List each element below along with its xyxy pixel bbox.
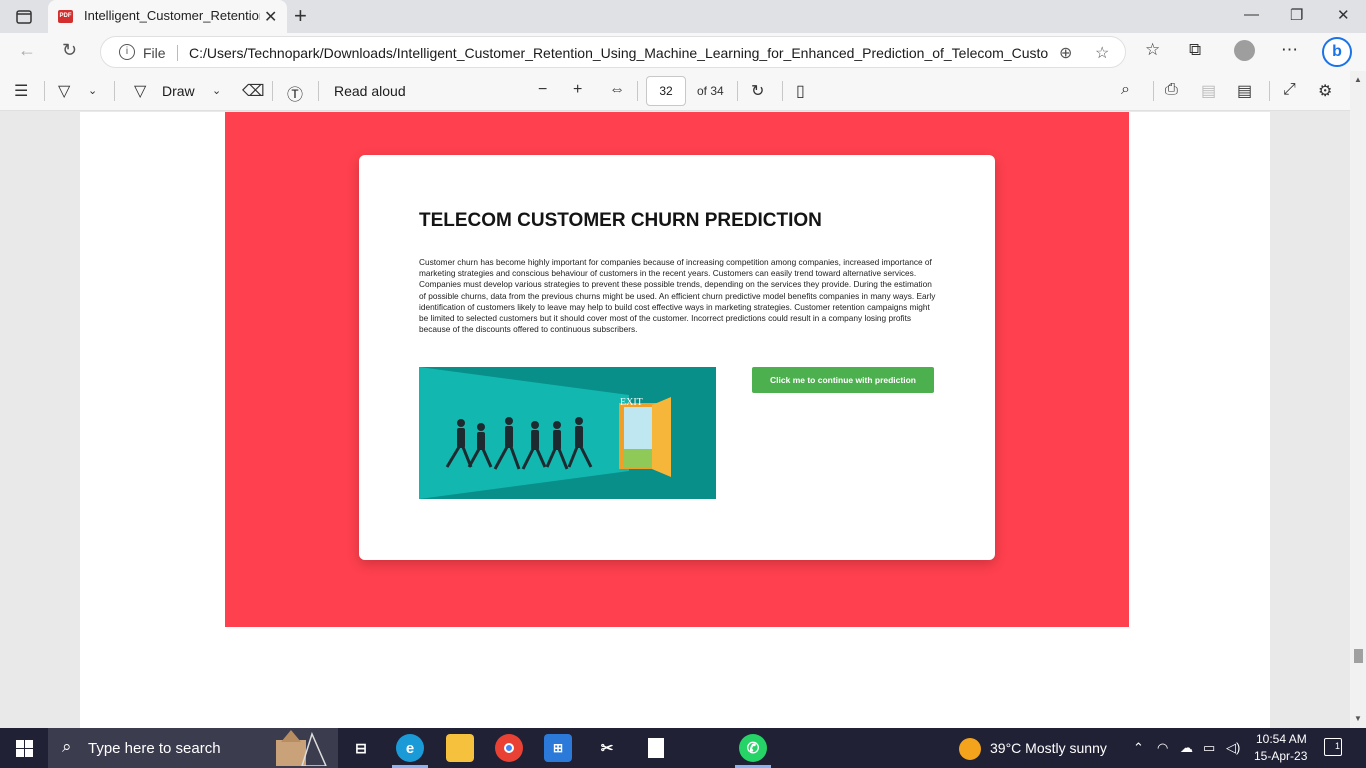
refresh-icon[interactable]: ↻ <box>62 40 77 61</box>
url-divider <box>177 45 178 61</box>
description-paragraph: Customer churn has become highly importa… <box>419 257 936 335</box>
clock-time[interactable]: 10:54 AM <box>1256 732 1307 746</box>
toolbar-divider <box>1269 81 1270 101</box>
notification-icon[interactable]: 1 <box>1324 738 1342 756</box>
save-as-icon[interactable]: ▤ <box>1237 81 1252 101</box>
wifi-icon[interactable]: ◠ <box>1157 740 1168 756</box>
taskbar: ⌕ Type here to search ⊟ e ⊞ ✂ ✆ 39°C Mos… <box>0 728 1366 768</box>
draw-icon[interactable]: ▽ <box>134 81 146 101</box>
content-card: TELECOM CUSTOMER CHURN PREDICTION Custom… <box>359 155 995 560</box>
windows-start-icon[interactable] <box>16 740 33 757</box>
chevron-down-icon[interactable]: ⌄ <box>212 84 221 97</box>
print-icon[interactable]: ⎙ <box>1165 81 1178 99</box>
text-box-icon[interactable]: Ⓣ <box>287 81 303 105</box>
fullscreen-icon[interactable]: ⤢ <box>1283 81 1296 99</box>
pdf-toolbar: ☰ ▽ ⌄ ▽ Draw ⌄ ⌫ Ⓣ Read aloud − + ⇔ 32 o… <box>0 71 1366 111</box>
pdf-viewer[interactable]: TELECOM CUSTOMER CHURN PREDICTION Custom… <box>0 112 1350 728</box>
page-count: of 34 <box>697 84 724 98</box>
weather-icon[interactable] <box>959 738 981 760</box>
collections-icon[interactable]: ⧉ <box>1189 40 1201 60</box>
page-title: TELECOM CUSTOMER CHURN PREDICTION <box>419 210 822 231</box>
chrome-icon[interactable] <box>495 734 523 762</box>
toolbar-divider <box>44 81 45 101</box>
zoom-in-icon[interactable]: + <box>573 81 582 99</box>
task-view-icon[interactable]: ⊟ <box>347 734 375 762</box>
address-bar[interactable]: i File C:/Users/Technopark/Downloads/Int… <box>100 36 1126 68</box>
scroll-thumb[interactable] <box>1354 649 1363 663</box>
toolbar-divider <box>737 81 738 101</box>
close-tab-icon[interactable]: ✕ <box>264 7 277 27</box>
draw-button[interactable]: Draw <box>162 83 195 99</box>
taskbar-search[interactable]: ⌕ Type here to search <box>48 728 338 768</box>
new-tab-icon[interactable]: + <box>294 3 307 29</box>
window-menu-icon[interactable] <box>10 7 38 27</box>
search-placeholder: Type here to search <box>88 740 221 757</box>
url-text[interactable]: C:/Users/Technopark/Downloads/Intelligen… <box>189 45 1049 61</box>
continue-prediction-button[interactable]: Click me to continue with prediction <box>752 367 934 393</box>
exit-sign-text: EXIT <box>620 397 643 408</box>
profile-avatar[interactable] <box>1234 40 1255 61</box>
store-icon[interactable]: ⊞ <box>544 734 572 762</box>
address-row: ← ↻ i File C:/Users/Technopark/Downloads… <box>0 33 1366 71</box>
red-banner: TELECOM CUSTOMER CHURN PREDICTION Custom… <box>225 112 1129 627</box>
vertical-scrollbar[interactable]: ▲ ▼ <box>1350 71 1366 728</box>
toolbar-divider <box>782 81 783 101</box>
file-label: File <box>143 45 166 61</box>
edge-icon[interactable]: e <box>396 734 424 762</box>
info-icon[interactable]: i <box>119 44 135 60</box>
save-icon[interactable]: ▤ <box>1201 81 1216 101</box>
eraser-icon[interactable]: ⌫ <box>242 81 265 101</box>
contents-icon[interactable]: ☰ <box>14 81 28 101</box>
back-icon[interactable]: ← <box>18 40 36 61</box>
fit-width-icon[interactable]: ⇔ <box>609 81 625 99</box>
search-icon: ⌕ <box>62 737 72 756</box>
toolbar-divider <box>637 81 638 101</box>
favorites-icon[interactable]: ☆ <box>1145 40 1160 60</box>
toolbar-divider <box>318 81 319 101</box>
notepad-icon[interactable] <box>642 734 670 762</box>
weather-text[interactable]: 39°C Mostly sunny <box>990 740 1107 756</box>
chevron-down-icon[interactable]: ⌄ <box>88 84 97 97</box>
pdf-page: TELECOM CUSTOMER CHURN PREDICTION Custom… <box>80 112 1270 728</box>
file-explorer-icon[interactable] <box>446 734 474 762</box>
active-tab[interactable]: PDF Intelligent_Customer_Retention_Using… <box>48 0 287 33</box>
rotate-icon[interactable]: ↻ <box>751 81 764 101</box>
toolbar-divider <box>272 81 273 101</box>
toolbar-divider <box>114 81 115 101</box>
page-number-input[interactable]: 32 <box>646 76 686 106</box>
clock-date[interactable]: 15-Apr-23 <box>1254 749 1307 763</box>
read-aloud-button[interactable]: Read aloud <box>334 83 406 99</box>
snipping-tool-icon[interactable]: ✂ <box>593 734 621 762</box>
add-favorite-icon[interactable]: ☆ <box>1095 43 1109 63</box>
highlight-icon[interactable]: ▽ <box>58 81 70 101</box>
pdf-file-icon: PDF <box>58 10 73 23</box>
bing-icon[interactable]: b <box>1322 37 1352 67</box>
close-window-icon[interactable]: ✕ <box>1337 6 1350 24</box>
scroll-down-icon[interactable]: ▼ <box>1354 714 1362 723</box>
whatsapp-icon[interactable]: ✆ <box>739 734 767 762</box>
restore-icon[interactable]: ❐ <box>1290 6 1303 24</box>
title-bar: PDF Intelligent_Customer_Retention_Using… <box>0 0 1366 33</box>
search-highlight-image <box>266 730 334 766</box>
more-icon[interactable]: ⋯ <box>1281 40 1298 60</box>
scroll-up-icon[interactable]: ▲ <box>1354 75 1362 84</box>
battery-icon[interactable]: ▭ <box>1203 740 1215 756</box>
minimize-icon[interactable]: — <box>1244 6 1259 23</box>
toolbar-divider <box>1153 81 1154 101</box>
search-icon[interactable]: ⌕ <box>1121 81 1130 99</box>
settings-gear-icon[interactable]: ⚙ <box>1318 81 1332 101</box>
cloud-icon[interactable]: ☁ <box>1180 740 1193 756</box>
tab-title: Intelligent_Customer_Retention_Using_Mac… <box>84 8 260 23</box>
page-view-icon[interactable]: ▯ <box>796 81 805 101</box>
zoom-icon[interactable]: ⊕ <box>1059 43 1072 63</box>
chevron-up-icon[interactable]: ⌃ <box>1133 740 1144 756</box>
volume-icon[interactable]: ◁) <box>1226 740 1240 756</box>
exit-illustration: EXIT <box>419 367 716 499</box>
zoom-out-icon[interactable]: − <box>538 81 547 99</box>
